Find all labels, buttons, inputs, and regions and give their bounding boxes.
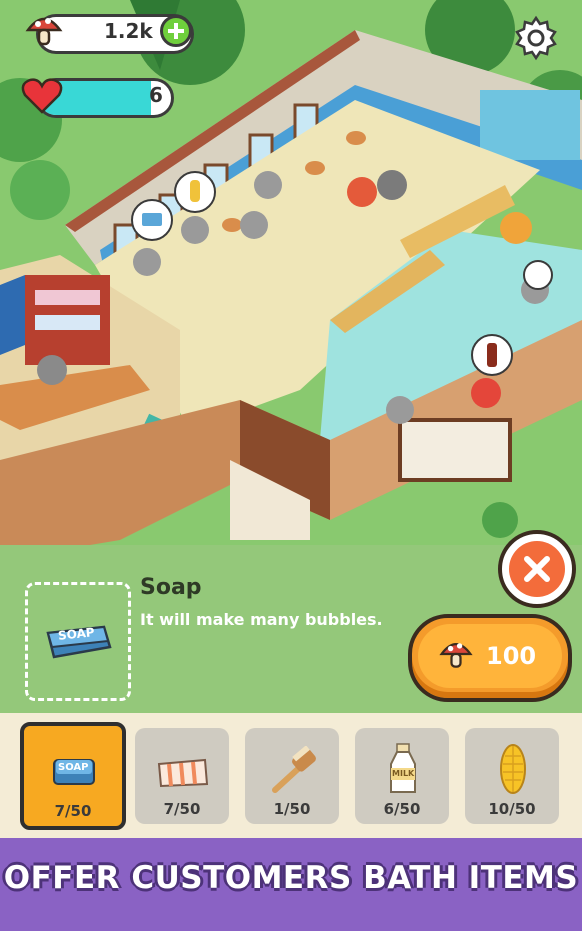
heart-icon	[20, 76, 64, 116]
item-count: 1/50	[273, 800, 311, 818]
close-button[interactable]	[498, 530, 576, 608]
item-count: 6/50	[383, 800, 421, 818]
promo-banner: OFFER CUSTOMERS BATH ITEMS	[0, 838, 582, 931]
heart-amount: 6	[149, 83, 163, 107]
item-slot-towel[interactable]: 7/50	[135, 728, 229, 824]
soap-icon: SOAP	[42, 615, 114, 667]
item-count: 7/50	[54, 802, 92, 820]
plus-icon[interactable]	[160, 15, 192, 47]
item-description: It will make many bubbles.	[140, 610, 383, 629]
milk-icon: MILK	[387, 742, 419, 796]
gear-icon[interactable]	[512, 14, 560, 62]
item-slot-brush[interactable]: 1/50	[245, 728, 339, 824]
towel-icon	[155, 756, 211, 790]
mushroom-icon	[438, 636, 474, 672]
item-slot-milk[interactable]: MILK 6/50	[355, 728, 449, 824]
milk-label: MILK	[392, 769, 415, 778]
soap-slot-label: SOAP	[58, 762, 89, 773]
item-slot-soap[interactable]: SOAP 7/50	[20, 722, 126, 830]
brush-icon	[265, 745, 321, 796]
item-preview-frame: SOAP	[25, 582, 131, 701]
item-title: Soap	[140, 575, 202, 600]
item-slot-corn[interactable]: 10/50	[465, 728, 559, 824]
item-count: 10/50	[488, 800, 536, 818]
item-count: 7/50	[163, 800, 201, 818]
soap-icon: SOAP	[50, 752, 98, 788]
close-icon	[509, 541, 565, 597]
buy-price: 100	[486, 642, 537, 670]
mushroom-icon	[24, 10, 64, 50]
buy-button[interactable]: 100	[408, 614, 572, 702]
banner-text: OFFER CUSTOMERS BATH ITEMS	[3, 860, 579, 896]
coin-amount: 1.2k	[104, 19, 153, 43]
corn-icon	[497, 742, 529, 796]
